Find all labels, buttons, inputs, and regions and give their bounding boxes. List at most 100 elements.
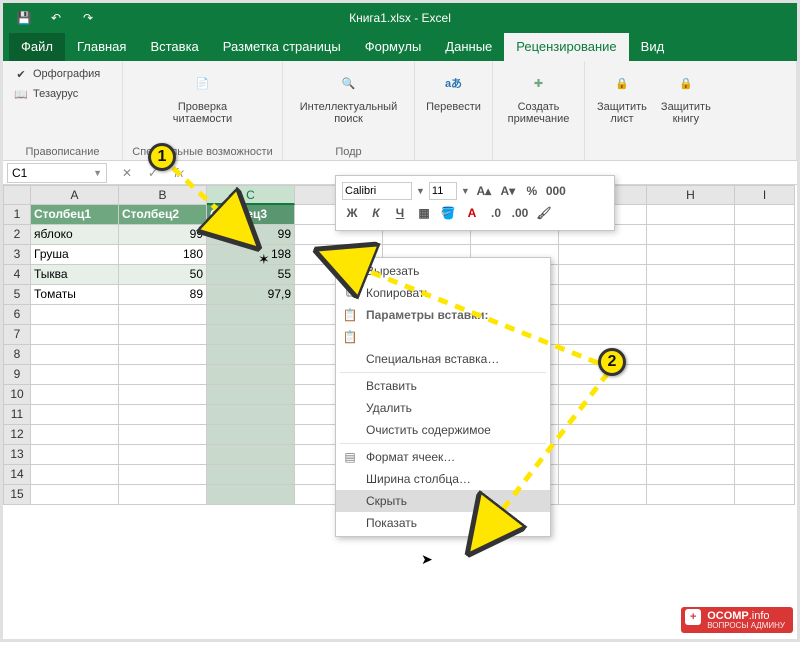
font-color-icon[interactable]: A (462, 203, 482, 223)
tab-review[interactable]: Рецензирование (504, 33, 628, 61)
ribbon-group-language: aあ Перевести (415, 61, 493, 160)
menu-copy[interactable]: ⧉Копировать (336, 282, 550, 304)
row-header[interactable]: 8 (3, 345, 31, 365)
menu-clear-contents[interactable]: Очистить содержимое (336, 419, 550, 441)
select-all-corner[interactable] (3, 185, 31, 205)
menu-format-cells[interactable]: ▤Формат ячеек… (336, 446, 550, 468)
undo-icon: ↶ (51, 11, 61, 25)
increase-font-icon[interactable]: A▴ (474, 181, 494, 201)
tab-page-layout[interactable]: Разметка страницы (211, 33, 353, 61)
tab-formulas[interactable]: Формулы (353, 33, 434, 61)
row-header[interactable]: 1 (3, 205, 31, 225)
tab-insert[interactable]: Вставка (138, 33, 210, 61)
comma-icon[interactable]: 000 (546, 181, 566, 201)
font-size-select[interactable] (429, 182, 457, 200)
menu-column-width[interactable]: Ширина столбца… (336, 468, 550, 490)
row-header[interactable]: 11 (3, 405, 31, 425)
cell[interactable]: Столбец3 (207, 205, 295, 225)
underline-button[interactable]: Ч (390, 203, 410, 223)
chevron-down-icon[interactable]: ▼ (416, 186, 425, 196)
menu-show[interactable]: Показать (336, 512, 550, 534)
cell[interactable]: 180 (119, 245, 207, 265)
mini-toolbar[interactable]: ▼ ▼ A▴ A▾ % 000 Ж К Ч ▦ 🪣 A .0 .00 🖌 (335, 175, 615, 231)
accessibility-label: Проверка читаемости (173, 101, 232, 125)
fill-color-icon[interactable]: 🪣 (438, 203, 458, 223)
row-header[interactable]: 7 (3, 325, 31, 345)
cell[interactable]: яблоко (31, 225, 119, 245)
row-header[interactable]: 15 (3, 485, 31, 505)
tab-file[interactable]: Файл (9, 33, 65, 61)
cell[interactable]: 50 (119, 265, 207, 285)
row-header[interactable]: 5 (3, 285, 31, 305)
thesaurus-icon: 📖 (13, 86, 29, 102)
undo-button[interactable]: ↶ (43, 7, 69, 29)
font-family-select[interactable] (342, 182, 412, 200)
name-box[interactable]: C1 ▼ (7, 163, 107, 183)
translate-button[interactable]: aあ Перевести (423, 65, 484, 115)
row-header[interactable]: 14 (3, 465, 31, 485)
ribbon-group-insights: 🔍 Интеллектуальный поиск Подр (283, 61, 415, 160)
row-header[interactable]: 12 (3, 425, 31, 445)
italic-button[interactable]: К (366, 203, 386, 223)
check-accessibility-button[interactable]: 📄 Проверка читаемости (169, 65, 236, 127)
new-comment-button[interactable]: ✚ Создать примечание (504, 65, 574, 127)
column-header-b[interactable]: B (119, 185, 207, 205)
thesaurus-button[interactable]: 📖 Тезаурус (11, 85, 102, 103)
cell[interactable]: 89 (119, 285, 207, 305)
tab-home[interactable]: Главная (65, 33, 138, 61)
row-header[interactable]: 2 (3, 225, 31, 245)
percent-icon[interactable]: % (522, 181, 542, 201)
column-header-a[interactable]: A (31, 185, 119, 205)
cell[interactable]: Груша (31, 245, 119, 265)
cancel-formula-button[interactable]: ✕ (117, 166, 137, 180)
callout-marker-2: 2 (598, 348, 626, 376)
menu-hide[interactable]: Скрыть (336, 490, 550, 512)
menu-insert[interactable]: Вставить (336, 375, 550, 397)
cell[interactable]: 99 (119, 225, 207, 245)
context-menu: ✂Вырезать ⧉Копировать 📋Параметры вставки… (335, 257, 551, 537)
menu-cut[interactable]: ✂Вырезать (336, 260, 550, 282)
bold-button[interactable]: Ж (342, 203, 362, 223)
cell[interactable]: Томаты (31, 285, 119, 305)
format-painter-icon[interactable]: 🖌 (534, 203, 554, 223)
cell[interactable]: 198 (207, 245, 295, 265)
cell[interactable]: 99 (207, 225, 295, 245)
ribbon-tabs: Файл Главная Вставка Разметка страницы Ф… (3, 33, 797, 61)
spelling-label: Орфография (33, 68, 100, 80)
smart-lookup-button[interactable]: 🔍 Интеллектуальный поиск (296, 65, 401, 127)
redo-button[interactable]: ↷ (75, 7, 101, 29)
protect-workbook-button[interactable]: 🔒 Защитить книгу (657, 65, 715, 127)
increase-decimal-icon[interactable]: .00 (510, 203, 530, 223)
row-header[interactable]: 4 (3, 265, 31, 285)
decrease-decimal-icon[interactable]: .0 (486, 203, 506, 223)
spelling-button[interactable]: ✔ Орфография (11, 65, 102, 83)
accessibility-icon: 📄 (186, 67, 218, 99)
chevron-down-icon[interactable]: ▼ (461, 186, 470, 196)
row-header[interactable]: 9 (3, 365, 31, 385)
decrease-font-icon[interactable]: A▾ (498, 181, 518, 201)
row-header[interactable]: 10 (3, 385, 31, 405)
menu-delete[interactable]: Удалить (336, 397, 550, 419)
row-header[interactable]: 13 (3, 445, 31, 465)
cell[interactable]: 97,9 (207, 285, 295, 305)
border-icon[interactable]: ▦ (414, 203, 434, 223)
menu-paste-special[interactable]: Специальная вставка… (336, 348, 550, 370)
column-header-i[interactable]: I (735, 185, 795, 205)
cell[interactable]: Тыква (31, 265, 119, 285)
protect-sheet-button[interactable]: 🔒 Защитить лист (593, 65, 651, 127)
tab-view[interactable]: Вид (629, 33, 677, 61)
new-comment-label: Создать примечание (508, 101, 570, 125)
menu-paste-option-default[interactable]: 📋 (336, 326, 550, 348)
menu-separator (340, 443, 546, 444)
tab-data[interactable]: Данные (433, 33, 504, 61)
ribbon-group-comments: ✚ Создать примечание (493, 61, 585, 160)
cell[interactable]: Столбец1 (31, 205, 119, 225)
row-header[interactable]: 3 (3, 245, 31, 265)
column-header-h[interactable]: H (647, 185, 735, 205)
cell[interactable]: Столбец2 (119, 205, 207, 225)
translate-icon: aあ (438, 67, 470, 99)
fx-button[interactable]: fx (169, 166, 189, 180)
column-header-c[interactable]: C (207, 185, 295, 205)
row-header[interactable]: 6 (3, 305, 31, 325)
save-button[interactable]: 💾 (11, 7, 37, 29)
